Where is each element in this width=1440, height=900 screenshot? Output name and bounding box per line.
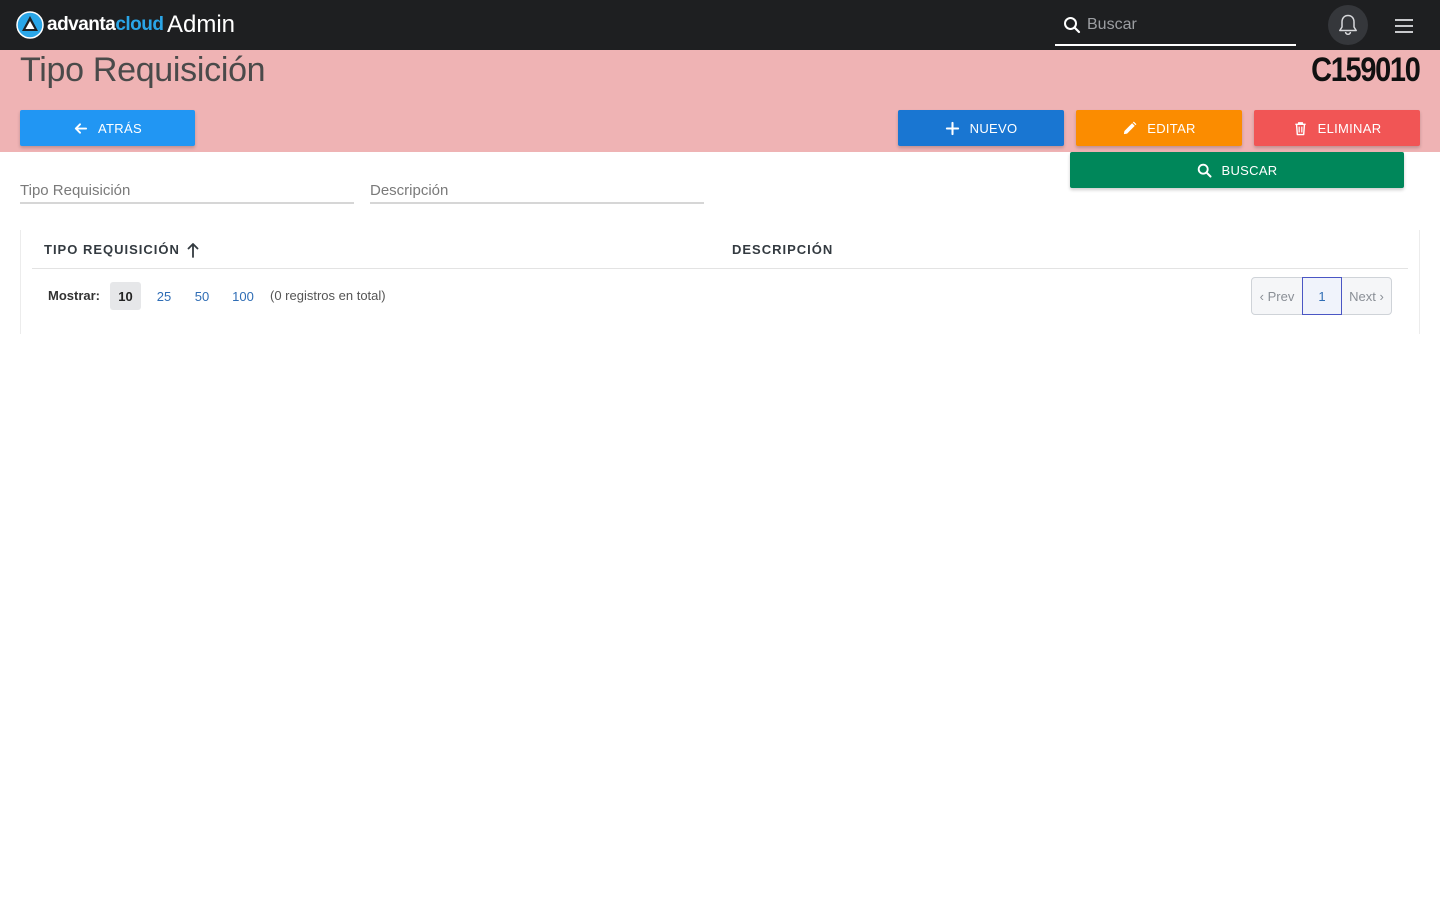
tipo-requisicion-filter (20, 178, 354, 204)
column-header-label: TIPO REQUISICIÓN (44, 242, 180, 257)
descripcion-input[interactable] (370, 178, 704, 202)
search-button[interactable]: BUSCAR (1070, 152, 1404, 188)
advanta-logo-icon (16, 11, 44, 39)
page-number-button[interactable]: 1 (1302, 277, 1342, 315)
total-records: (0 registros en total) (270, 288, 386, 303)
search-icon (1064, 17, 1081, 34)
tipo-requisicion-input[interactable] (20, 178, 354, 202)
new-button-label: NUEVO (969, 120, 1018, 136)
page-size-50[interactable]: 50 (188, 282, 216, 310)
notifications-button[interactable] (1328, 5, 1368, 45)
trash-icon (1294, 121, 1306, 135)
page-size-25[interactable]: 25 (150, 282, 178, 310)
page-size-10[interactable]: 10 (110, 282, 141, 310)
global-search-input[interactable] (1087, 11, 1287, 39)
record-code: C159010 (1311, 51, 1422, 89)
sort-ascending-icon (187, 243, 199, 258)
new-button[interactable]: NUEVO (898, 110, 1064, 146)
search-icon (1197, 163, 1212, 178)
delete-button-label: ELIMINAR (1317, 120, 1382, 136)
arrow-left-icon (74, 122, 88, 134)
page-title: Tipo Requisición (20, 51, 266, 89)
column-header-label: DESCRIPCIÓN (732, 242, 834, 257)
table-divider (32, 268, 1408, 269)
brand-name: advantacloud (47, 14, 164, 35)
back-button-label: ATRÁS (98, 120, 142, 136)
column-header-descripcion[interactable]: DESCRIPCIÓN (732, 242, 833, 258)
next-page-button[interactable]: Next › (1342, 278, 1391, 314)
pagination: ‹ Prev 1 Next › (1251, 277, 1392, 315)
search-button-label: BUSCAR (1221, 162, 1278, 178)
brand-logo[interactable]: advantacloud (16, 11, 164, 39)
page-size-label: Mostrar: (48, 288, 101, 303)
global-search (1055, 5, 1296, 46)
descripcion-filter (370, 178, 704, 204)
delete-button[interactable]: ELIMINAR (1254, 110, 1420, 146)
hamburger-menu-icon[interactable] (1393, 15, 1415, 35)
column-header-tipo-requisicion[interactable]: TIPO REQUISICIÓN (44, 242, 200, 258)
top-navbar: advantacloud Admin (0, 0, 1440, 50)
pencil-icon (1124, 121, 1137, 134)
bell-icon (1339, 14, 1357, 36)
edit-button-label: EDITAR (1147, 120, 1196, 136)
edit-button[interactable]: EDITAR (1076, 110, 1242, 146)
prev-page-button[interactable]: ‹ Prev (1252, 278, 1302, 314)
app-title: Admin (167, 11, 236, 38)
plus-icon (945, 121, 959, 135)
page-size-100[interactable]: 100 (228, 282, 258, 310)
back-button[interactable]: ATRÁS (20, 110, 195, 146)
